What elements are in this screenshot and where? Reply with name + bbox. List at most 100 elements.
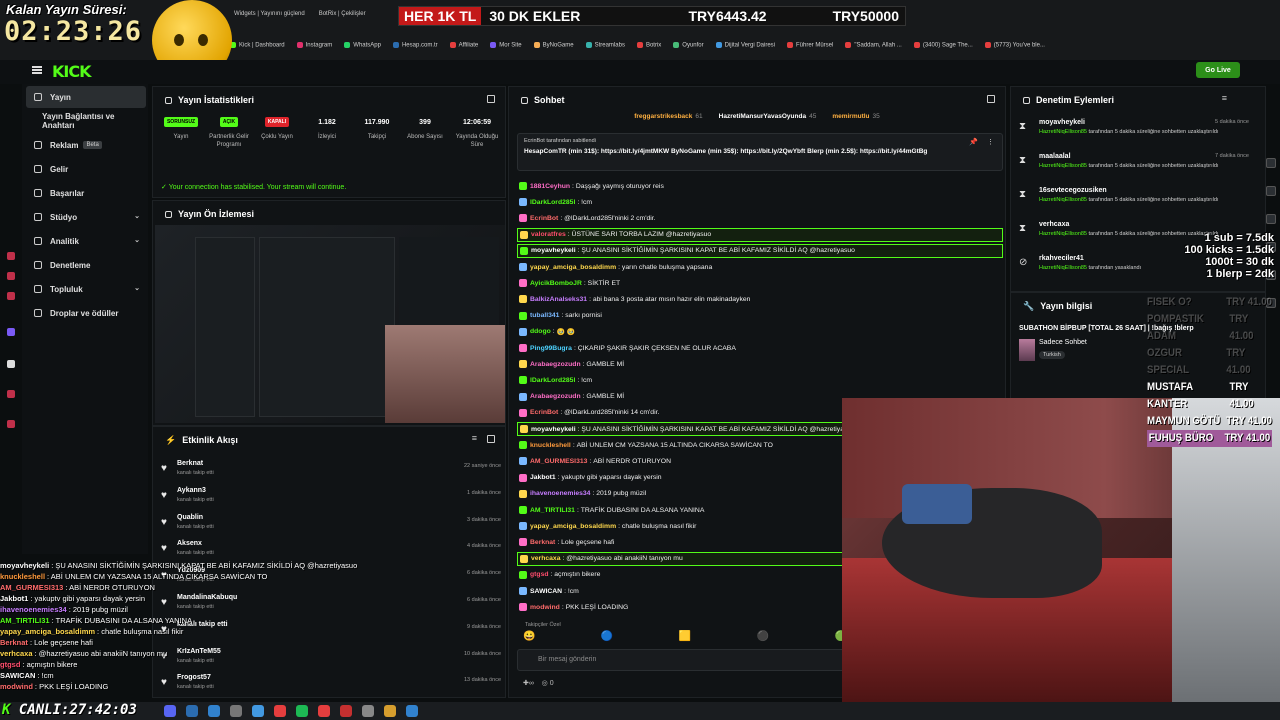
chat-username[interactable]: yapay_amciga_bosaldimm: [530, 264, 616, 271]
expand-icon[interactable]: [487, 435, 495, 443]
bookmark-item[interactable]: Hesap.com.tr: [392, 41, 438, 48]
app-icon[interactable]: [384, 705, 396, 717]
chat-message[interactable]: BalkizAnalseks31: abi bana 3 posta atar …: [517, 292, 1003, 306]
pinned-message[interactable]: EcrinBot tarafından sabitlendi HesapComT…: [517, 133, 1003, 171]
app-icon[interactable]: [406, 705, 418, 717]
chat-username[interactable]: Berknat: [530, 539, 555, 546]
bookmark-item[interactable]: Streamlabs: [585, 41, 625, 48]
app-icon[interactable]: [318, 705, 330, 717]
chat-username[interactable]: modwind: [530, 604, 560, 611]
bookmark-item[interactable]: Affiliate: [449, 41, 478, 48]
sidebar-item-topluluk[interactable]: Topluluk ⌄: [26, 278, 146, 300]
top-gifter[interactable]: memirmutlu 35: [832, 113, 879, 127]
mod-action-row[interactable]: ⧗ maalaalal HazretiNiqEllison85 tarafından…: [1017, 151, 1257, 181]
filter-icon[interactable]: ≡: [472, 433, 477, 443]
expand-icon[interactable]: [987, 95, 995, 103]
chat-username[interactable]: lDarkLord285l: [530, 199, 575, 206]
chat-username[interactable]: valoratfres: [531, 231, 566, 238]
rail-icon[interactable]: [7, 328, 15, 336]
top-gifter[interactable]: freggarstrikesback 61: [634, 113, 702, 127]
bookmark-item[interactable]: Dijital Vergi Dairesi: [715, 41, 775, 48]
emote-icon[interactable]: 🟨: [679, 631, 691, 645]
activity-row[interactable]: ♥ Quablin kanalı takip etti 3 dakika önce: [161, 511, 501, 537]
chat-username[interactable]: Arabaegzozudn: [530, 393, 581, 400]
bookmark-item[interactable]: WhatsApp: [344, 41, 381, 48]
rail-icon[interactable]: [7, 390, 15, 398]
browser-tab[interactable]: Widgets | Yayınını güçlend: [234, 11, 305, 17]
chat-username[interactable]: tuball341: [530, 312, 559, 319]
chat-username[interactable]: Jakbot1: [530, 474, 556, 481]
menu-icon[interactable]: [32, 66, 42, 74]
app-icon[interactable]: [340, 705, 352, 717]
bookmark-item[interactable]: (5773) You've ble...: [984, 41, 1045, 48]
rail-icon[interactable]: [7, 292, 15, 300]
x-icon[interactable]: [7, 360, 15, 368]
app-icon[interactable]: [362, 705, 374, 717]
sidebar-item-stream-key[interactable]: Yayın Bağlantısı ve Anahtarı: [26, 110, 146, 132]
sidebar-item-denetleme[interactable]: Denetleme: [26, 254, 146, 276]
bookmark-item[interactable]: (3400) Sage The...: [913, 41, 973, 48]
stream-preview-video[interactable]: [155, 225, 505, 423]
bookmark-item[interactable]: Botrix: [636, 41, 661, 48]
discord-icon[interactable]: [164, 705, 176, 717]
browser-tab[interactable]: BotRix | Çekilişler: [319, 11, 366, 17]
chat-username[interactable]: gtgsd: [530, 571, 549, 578]
chat-message[interactable]: valoratfres: ÜSTÜNE SARI TORBA LAZIM @ha…: [517, 227, 1003, 242]
chat-message[interactable]: ddogo: 🥹 🥹: [517, 325, 1003, 339]
chat-message[interactable]: lDarkLord285l: !cm: [517, 373, 1003, 387]
bookmark-item[interactable]: Kick | Dashboard: [230, 41, 285, 48]
chat-message[interactable]: yapay_amciga_bosaldimm: yarın chatle bul…: [517, 260, 1003, 274]
category-name[interactable]: Sadece Sohbet: [1039, 339, 1087, 346]
bookmark-item[interactable]: Instagram: [296, 41, 332, 48]
app-icon[interactable]: [230, 705, 242, 717]
sidebar-item-droplar[interactable]: Droplar ve ödüller: [26, 302, 146, 324]
sidebar-item-studyo[interactable]: Stüdyo ⌄: [26, 206, 146, 228]
kick-logo[interactable]: KICK: [52, 62, 91, 81]
more-icon[interactable]: ⋮: [987, 138, 994, 146]
top-gifter[interactable]: HazretiMansurYavasOyunda 45: [719, 113, 817, 127]
chat-username[interactable]: Arabaegzozudn: [530, 361, 581, 368]
chat-username[interactable]: 1881Ceyhun: [530, 183, 570, 190]
mod-action-row[interactable]: ⧗ 16sevtecegozusiken HazretiNiqEllison85 t…: [1017, 185, 1257, 215]
pin-icon[interactable]: 📌: [969, 138, 978, 146]
sidebar-item-yayin[interactable]: Yayın: [26, 86, 146, 108]
emote-icon[interactable]: 🔵: [601, 631, 613, 645]
app-icon[interactable]: [274, 705, 286, 717]
app-icon[interactable]: [208, 705, 220, 717]
chat-username[interactable]: ddogo: [530, 328, 551, 335]
sidebar-item-analitik[interactable]: Analitik ⌄: [26, 230, 146, 252]
activity-row[interactable]: ♥ Aykann3 kanalı takip etti 1 dakika önce: [161, 484, 501, 510]
rail-icon[interactable]: [7, 272, 15, 280]
filter-icon[interactable]: ≡: [1222, 93, 1227, 103]
rail-icon[interactable]: [7, 252, 15, 260]
chat-message[interactable]: moyavheykeli: ŞU ANASINI SİKTİĞİMİN ŞARK…: [517, 243, 1003, 258]
rail-icon[interactable]: [1266, 214, 1276, 224]
rail-icon[interactable]: [1266, 186, 1276, 196]
sidebar-item-reklam[interactable]: Reklam Beta: [26, 134, 146, 156]
chat-message[interactable]: Ping99Bugra: ÇIKARIP ŞAKIR ŞAKIR ÇEKSEN …: [517, 341, 1003, 355]
chat-username[interactable]: moyavheykeli: [531, 247, 576, 254]
chat-username[interactable]: verhcaxa: [531, 555, 560, 562]
chat-message[interactable]: AyicikBomboJR: SİKTİR ET: [517, 276, 1003, 290]
sidebar-item-basarilar[interactable]: Başarılar: [26, 182, 146, 204]
chat-username[interactable]: moyavheykeli: [531, 426, 576, 433]
go-live-button[interactable]: Go Live: [1196, 62, 1240, 78]
chat-username[interactable]: EcrinBot: [530, 215, 558, 222]
chat-username[interactable]: AM_GURMESI313: [530, 458, 587, 465]
mod-action-row[interactable]: ⧗ moyavheykeli HazretiNiqEllison85 tarafın…: [1017, 117, 1257, 147]
chat-username[interactable]: Ping99Bugra: [530, 345, 572, 352]
chat-username[interactable]: yapay_amciga_bosaldimm: [530, 523, 616, 530]
chat-username[interactable]: AM_TIRTILI31: [530, 507, 575, 514]
chat-message[interactable]: 1881Ceyhun: Daşşağı yaymış oturuyor reis: [517, 179, 1003, 193]
chat-username[interactable]: EcrinBot: [530, 409, 558, 416]
expand-icon[interactable]: [487, 95, 495, 103]
chat-message[interactable]: tuball341: sarkı pornisi: [517, 309, 1003, 323]
bookmark-item[interactable]: Führer Mürsel: [787, 41, 833, 48]
chat-username[interactable]: BalkizAnalseks31: [530, 296, 587, 303]
emote-icon[interactable]: ⚫: [757, 631, 769, 645]
sidebar-item-gelir[interactable]: Gelir: [26, 158, 146, 180]
chat-message[interactable]: Arabaegzozudn: GAMBLE Mİ: [517, 357, 1003, 371]
chat-username[interactable]: SAWICAN: [530, 588, 562, 595]
chat-username[interactable]: AyicikBomboJR: [530, 280, 582, 287]
app-icon[interactable]: [252, 705, 264, 717]
